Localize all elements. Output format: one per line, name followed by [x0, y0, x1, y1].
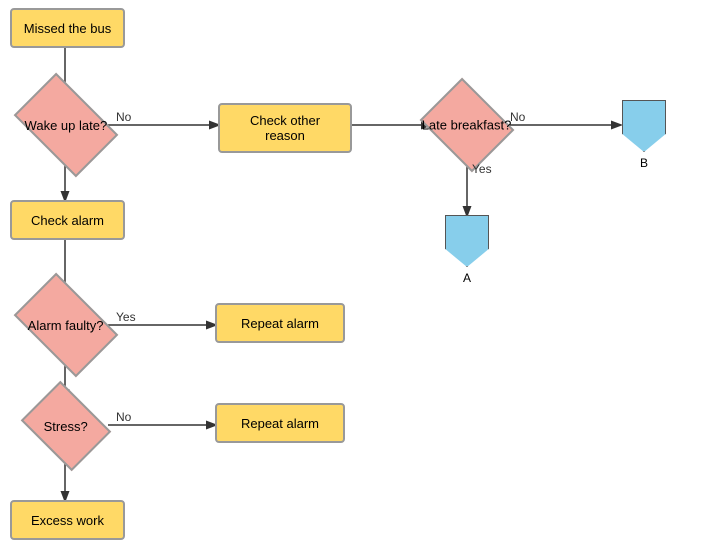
repeat-alarm-1-node: Repeat alarm [215, 303, 345, 343]
missed-bus-node: Missed the bus [10, 8, 125, 48]
check-other-reason-label: Check other reason [230, 113, 340, 143]
no-label-wake: No [116, 110, 131, 124]
yes-label-alarm: Yes [116, 310, 136, 324]
no-label-late: No [510, 110, 525, 124]
connector-a-label: A [463, 271, 471, 285]
alarm-faulty-node: Alarm faulty? [14, 273, 119, 378]
check-other-reason-node: Check other reason [218, 103, 352, 153]
no-label-stress: No [116, 410, 131, 424]
connector-b-label: B [640, 156, 648, 170]
wake-up-late-node: Wake up late? [14, 73, 119, 178]
alarm-faulty-label: Alarm faulty? [28, 318, 104, 333]
connector-b-shape [622, 100, 666, 152]
check-alarm-node: Check alarm [10, 200, 125, 240]
check-alarm-label: Check alarm [31, 213, 104, 228]
connector-a-container: A [445, 215, 489, 285]
excess-work-label: Excess work [31, 513, 104, 528]
yes-label-late: Yes [472, 162, 492, 176]
repeat-alarm-2-label: Repeat alarm [241, 416, 319, 431]
stress-node: Stress? [21, 381, 112, 472]
late-breakfast-node: Late breakfast? [420, 78, 515, 173]
repeat-alarm-2-node: Repeat alarm [215, 403, 345, 443]
missed-bus-label: Missed the bus [24, 21, 111, 36]
stress-label: Stress? [44, 418, 88, 433]
wake-up-late-label: Wake up late? [25, 118, 108, 133]
connector-b-container: B [622, 100, 666, 170]
late-breakfast-label: Late breakfast? [422, 118, 512, 133]
repeat-alarm-1-label: Repeat alarm [241, 316, 319, 331]
connector-a-shape [445, 215, 489, 267]
excess-work-node: Excess work [10, 500, 125, 540]
